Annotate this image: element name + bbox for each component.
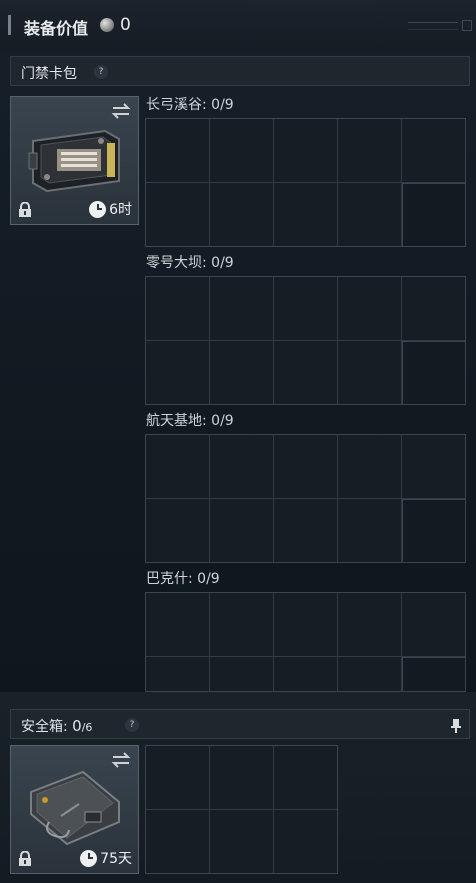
grid-slot[interactable] <box>274 119 338 183</box>
grid-slot[interactable] <box>274 341 338 404</box>
keycard-grid-space-base <box>145 434 466 563</box>
keycard-grid-zero-dam <box>145 276 466 405</box>
map-label-space-base: 航天基地: 0/9 <box>146 413 234 429</box>
grid-slot[interactable] <box>210 499 274 562</box>
safebox-label: 安全箱: 0/6 <box>21 716 92 736</box>
grid-empty-area <box>402 657 465 691</box>
grid-slot[interactable] <box>210 435 274 499</box>
safebox-section-header: 安全箱: 0/6 ? <box>10 709 470 739</box>
map-label-zero-dam: 零号大坝: 0/9 <box>146 255 234 271</box>
grid-slot[interactable] <box>274 435 338 499</box>
decoration-box <box>462 20 472 31</box>
grid-slot[interactable] <box>146 593 210 657</box>
keycard-section-label: 门禁卡包 <box>21 66 77 82</box>
safebox-timer-text: 75天 <box>100 851 132 867</box>
equipment-value-bar: 装备价值 0 <box>0 0 476 52</box>
clock-icon <box>80 849 98 867</box>
grid-slot[interactable] <box>210 657 274 691</box>
grid-slot[interactable] <box>146 183 210 246</box>
map-label-changgong-valley: 长弓溪谷: 0/9 <box>146 97 234 113</box>
equipment-value: 0 <box>120 15 131 35</box>
grid-slot[interactable] <box>146 499 210 562</box>
safebox-capacity: /6 <box>81 721 93 734</box>
swap-icon[interactable] <box>111 752 131 768</box>
grid-slot[interactable] <box>210 746 274 810</box>
grid-slot[interactable] <box>402 593 465 657</box>
grid-slot[interactable] <box>338 435 402 499</box>
grid-slot[interactable] <box>210 183 274 246</box>
grid-slot[interactable] <box>274 746 337 810</box>
grid-slot[interactable] <box>210 277 274 341</box>
grid-slot[interactable] <box>402 119 465 183</box>
grid-slot[interactable] <box>146 277 210 341</box>
equipment-value-title: 装备价值 <box>24 19 89 38</box>
grid-slot[interactable] <box>210 810 274 873</box>
title-marker <box>8 15 11 35</box>
grid-empty-area <box>402 183 465 246</box>
grid-slot[interactable] <box>338 119 402 183</box>
grid-slot[interactable] <box>402 435 465 499</box>
grid-slot[interactable] <box>210 341 274 404</box>
grid-slot[interactable] <box>338 277 402 341</box>
grid-slot[interactable] <box>146 657 210 691</box>
safebox-label-prefix: 安全箱: <box>21 719 73 735</box>
grid-slot[interactable] <box>274 593 338 657</box>
lock-icon <box>19 202 31 217</box>
grid-slot[interactable] <box>146 810 210 873</box>
grid-slot[interactable] <box>338 183 402 246</box>
keycard-timer: 6时 <box>89 199 132 219</box>
safebox-case-icon <box>30 770 120 846</box>
safebox-grid <box>145 745 338 874</box>
grid-slot[interactable] <box>338 341 402 404</box>
grid-slot[interactable] <box>274 657 338 691</box>
keycard-case-icon <box>28 129 120 193</box>
clock-icon <box>89 200 107 218</box>
grid-slot[interactable] <box>338 593 402 657</box>
grid-empty-area <box>402 341 465 404</box>
grid-slot[interactable] <box>210 119 274 183</box>
help-icon[interactable]: ? <box>94 65 108 79</box>
keycard-grid-changgong-valley <box>145 118 466 247</box>
keycard-section-header: 门禁卡包 ? <box>10 56 470 86</box>
grid-slot[interactable] <box>146 746 210 810</box>
grid-slot[interactable] <box>146 119 210 183</box>
coin-icon <box>100 18 114 32</box>
grid-slot[interactable] <box>146 341 210 404</box>
safebox-item[interactable]: 75天 <box>10 745 139 874</box>
grid-slot[interactable] <box>274 277 338 341</box>
grid-slot[interactable] <box>274 810 337 873</box>
safebox-timer: 75天 <box>80 848 132 868</box>
grid-empty-area <box>402 499 465 562</box>
grid-slot[interactable] <box>210 593 274 657</box>
pin-icon[interactable] <box>451 719 461 733</box>
safebox-current-count: 0 <box>72 717 82 735</box>
decoration-lines <box>408 22 458 30</box>
grid-slot[interactable] <box>338 657 402 691</box>
map-label-bakesh: 巴克什: 0/9 <box>146 571 220 587</box>
swap-icon[interactable] <box>111 103 131 119</box>
grid-slot[interactable] <box>338 499 402 562</box>
grid-slot[interactable] <box>274 183 338 246</box>
lock-icon <box>19 851 31 866</box>
keycard-grid-bakesh <box>145 592 466 692</box>
grid-slot[interactable] <box>146 435 210 499</box>
grid-slot[interactable] <box>402 277 465 341</box>
keycard-timer-text: 6时 <box>109 202 132 218</box>
help-icon[interactable]: ? <box>125 718 139 732</box>
grid-slot[interactable] <box>274 499 338 562</box>
keycard-case-item[interactable]: 6时 <box>10 96 139 225</box>
